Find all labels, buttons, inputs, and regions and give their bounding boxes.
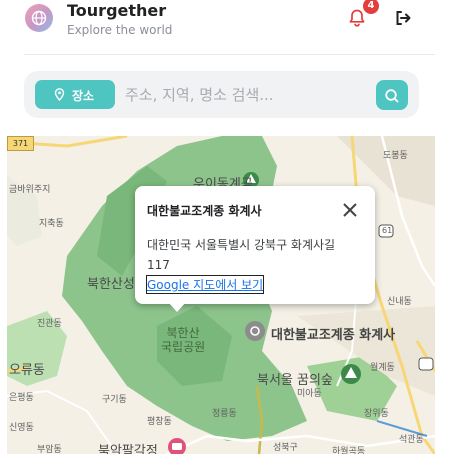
map-label-bukhansan: 북한산성 bbox=[87, 277, 135, 292]
globe-icon[interactable] bbox=[25, 4, 53, 32]
map-label-bukhansan-park: 북한산 국립공원 bbox=[161, 326, 206, 354]
map-pin-icon bbox=[54, 88, 65, 101]
map-label-sinyongdong: 신영동 bbox=[9, 423, 34, 433]
google-maps-link[interactable]: Google 지도에서 보기 bbox=[145, 275, 265, 294]
route-shield-371: 371 bbox=[7, 136, 34, 151]
map-label-jeongneung: 정릉동 bbox=[212, 409, 237, 419]
search-bar: 장소 bbox=[24, 71, 419, 118]
map-label-temple: 대한불교조계종 화계사 bbox=[271, 328, 396, 343]
map-label-hawolgok: 하월곡동 bbox=[332, 447, 366, 454]
map-label-jingwan: 진관동 bbox=[37, 319, 62, 329]
map-label-dobongdong: 도봉동 bbox=[383, 151, 408, 161]
header-divider bbox=[24, 54, 435, 55]
map-label-okcheon: 오류동 bbox=[9, 363, 45, 378]
map-label-sinbawi: 금바위주지 bbox=[9, 185, 51, 195]
map-label-wolgye: 월계동 bbox=[370, 363, 395, 373]
search-input[interactable] bbox=[121, 80, 379, 109]
map-label-guui: 구기동 bbox=[102, 395, 127, 405]
map-label-seokgwan: 석관동 bbox=[399, 435, 424, 445]
app-header: Tourgether Explore the world 4 bbox=[0, 0, 449, 54]
map-label-pyeongchang: 평창동 bbox=[147, 417, 172, 427]
map-label-eungam: 은평동 bbox=[9, 393, 34, 403]
map-label-jichuk: 지축동 bbox=[39, 219, 64, 229]
close-icon[interactable] bbox=[340, 200, 360, 220]
map-info-window: 대한불교조계종 화계사 대한민국 서울특별시 강북구 화계사길 117 Goog… bbox=[135, 186, 375, 304]
route-shield-61: 61 bbox=[382, 226, 393, 235]
logout-icon[interactable] bbox=[394, 9, 412, 27]
info-window-address: 대한민국 서울특별시 강북구 화계사길 117 bbox=[147, 238, 336, 272]
place-filter-label: 장소 bbox=[72, 89, 95, 103]
info-window-title: 대한불교조계종 화계사 bbox=[147, 204, 262, 218]
map-label-bugak: 북악팔각정 bbox=[98, 444, 158, 454]
notification-badge: 4 bbox=[363, 0, 379, 14]
search-submit-button[interactable] bbox=[376, 80, 408, 110]
map-label-buam: 부암동 bbox=[37, 445, 62, 454]
search-icon bbox=[385, 89, 399, 103]
map-label-jangwi: 장위동 bbox=[364, 409, 389, 419]
info-window-pointer bbox=[168, 302, 186, 312]
map-label-seongbuk: 성북구 bbox=[273, 443, 298, 453]
app-brand-name: Tourgether bbox=[67, 1, 167, 20]
place-filter-button[interactable]: 장소 bbox=[35, 80, 115, 109]
map-label-sinnae: 신내동 bbox=[387, 297, 412, 307]
map-label-mia: 미아동 bbox=[297, 389, 322, 399]
app-tagline: Explore the world bbox=[67, 23, 173, 37]
